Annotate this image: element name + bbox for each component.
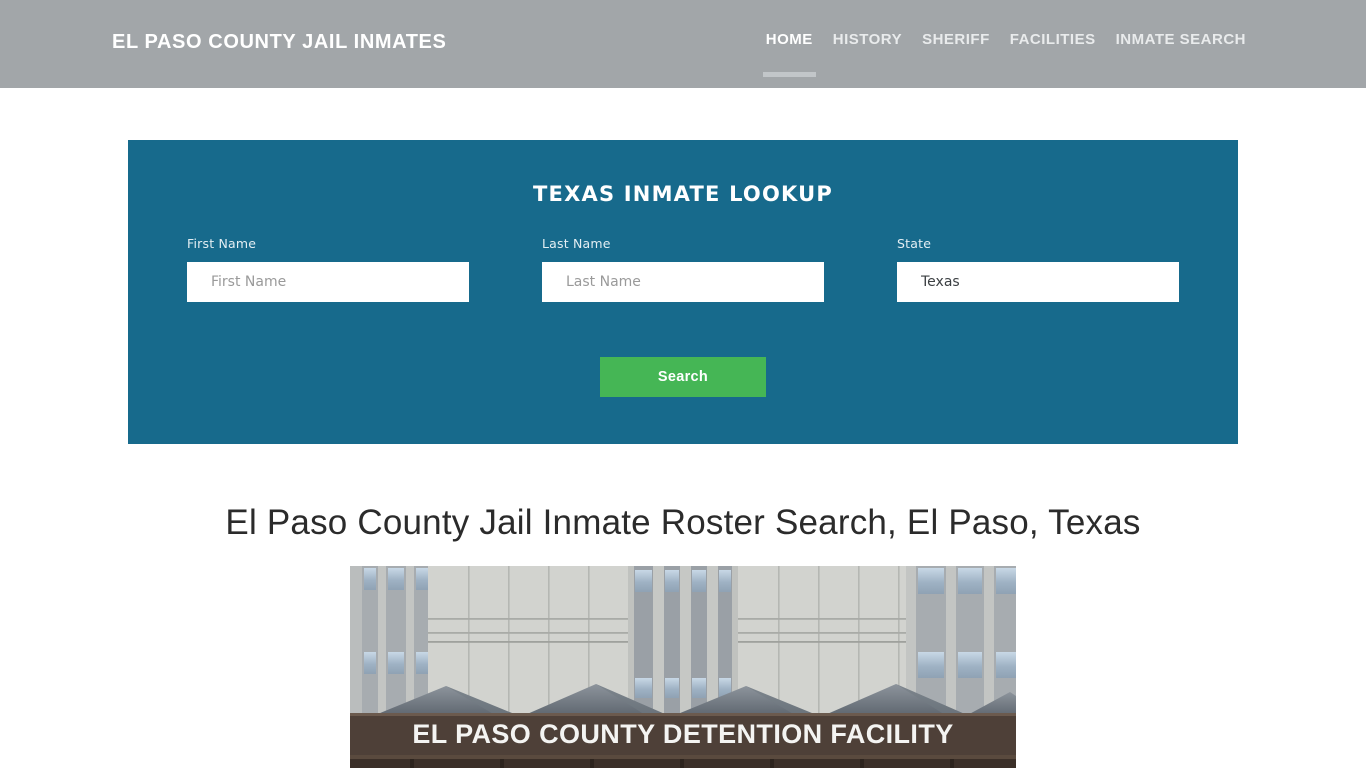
state-field-group: State: [897, 236, 1179, 302]
first-name-field-group: First Name: [187, 236, 469, 302]
nav-item-sheriff[interactable]: SHERIFF: [912, 31, 1000, 48]
nav-item-facilities[interactable]: FACILITIES: [1000, 31, 1106, 48]
state-input[interactable]: [897, 262, 1179, 302]
site-brand-logo[interactable]: EL PASO COUNTY JAIL INMATES: [112, 31, 446, 54]
facility-sign-text: EL PASO COUNTY DETENTION FACILITY: [412, 719, 953, 749]
search-button[interactable]: Search: [600, 357, 766, 397]
lookup-panel-title: TEXAS INMATE LOOKUP: [533, 182, 833, 206]
state-label: State: [897, 236, 932, 251]
first-name-label: First Name: [187, 236, 257, 251]
lookup-fields-row: First Name Last Name State: [128, 236, 1238, 306]
site-header: EL PASO COUNTY JAIL INMATES HOME HISTORY…: [0, 0, 1366, 88]
nav-item-home[interactable]: HOME: [756, 31, 823, 77]
page-title: El Paso County Jail Inmate Roster Search…: [225, 503, 1141, 542]
main-navigation: HOME HISTORY SHERIFF FACILITIES INMATE S…: [756, 31, 1256, 77]
last-name-input[interactable]: [542, 262, 824, 302]
detention-facility-photo: EL PASO COUNTY DETENTION FACILITY: [350, 566, 1016, 768]
first-name-input[interactable]: [187, 262, 469, 302]
last-name-field-group: Last Name: [542, 236, 824, 302]
nav-item-inmate-search[interactable]: INMATE SEARCH: [1106, 31, 1256, 48]
inmate-lookup-panel: TEXAS INMATE LOOKUP First Name Last Name…: [128, 140, 1238, 444]
facility-building-illustration: EL PASO COUNTY DETENTION FACILITY: [350, 566, 1016, 768]
nav-item-history[interactable]: HISTORY: [823, 31, 912, 48]
last-name-label: Last Name: [542, 236, 611, 251]
